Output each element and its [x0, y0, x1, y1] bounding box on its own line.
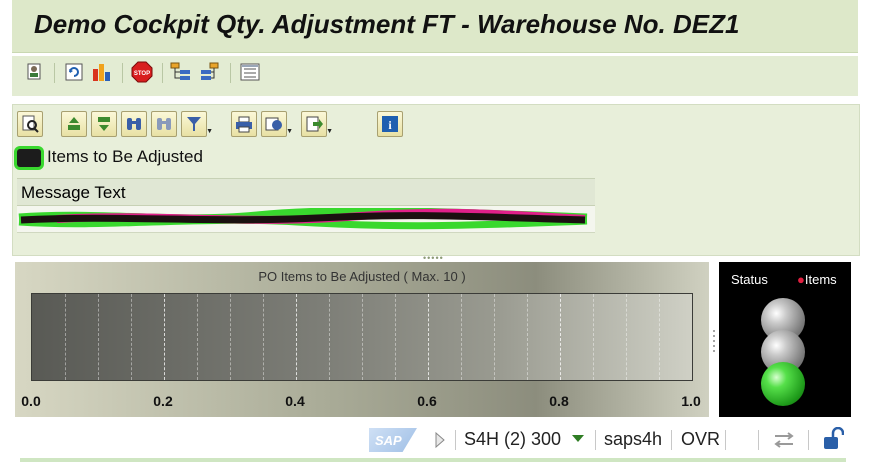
filter-icon[interactable]: ▼ — [181, 111, 213, 137]
items-to-adjust-row: Items to Be Adjusted — [17, 145, 203, 169]
bottom-accent-line — [20, 458, 846, 462]
gauge-gridline — [527, 294, 528, 380]
toolbar-separator — [122, 63, 123, 83]
status-label: Status — [731, 272, 768, 287]
system-info[interactable]: S4H (2) 300 — [464, 429, 561, 450]
gauge-gridline — [197, 294, 198, 380]
gauge-gridline — [65, 294, 66, 380]
result-panel: ▼ ▼ ▼ i Items to Be Adjusted Message Tex… — [12, 104, 860, 263]
gauge-gridline — [395, 294, 396, 380]
items-count-label-text: Items — [804, 272, 837, 287]
find-icon[interactable] — [121, 111, 147, 137]
status-bar: SAP S4H (2) 300 saps4h OVR — [0, 420, 875, 460]
gauge-gridline — [296, 294, 297, 380]
dropdown-arrow-icon: ▼ — [326, 128, 333, 135]
status-separator — [455, 430, 456, 450]
gauge-tick-label: 1.0 — [681, 393, 701, 409]
gauge-gridline — [560, 294, 561, 380]
table-row[interactable] — [17, 206, 595, 233]
find-next-icon[interactable] — [151, 111, 177, 137]
gauge-title: PO Items to Be Adjusted ( Max. 10 ) — [258, 269, 466, 284]
print-icon[interactable] — [231, 111, 257, 137]
items-label: Items to Be Adjusted — [47, 147, 203, 166]
dropdown-arrow-icon[interactable] — [572, 435, 584, 443]
gauge-gridline — [362, 294, 363, 380]
toolbar-separator — [54, 63, 55, 83]
status-separator — [671, 430, 672, 450]
column-header-message-text[interactable]: Message Text — [17, 178, 595, 206]
gauge-tick-label: 0.2 — [153, 393, 173, 409]
user-settings-icon[interactable] — [24, 61, 46, 83]
chart-icon[interactable] — [91, 61, 113, 83]
status-separator — [725, 430, 726, 450]
status-traffic-light: Status ●Items — [719, 262, 851, 417]
status-separator — [595, 430, 596, 450]
title-bar: Demo Cockpit Qty. Adjustment FT - Wareho… — [12, 0, 858, 53]
gauge-gridline — [263, 294, 264, 380]
status-light-green-on — [761, 362, 805, 406]
gauge-gridline — [461, 294, 462, 380]
gauge-gridline — [428, 294, 429, 380]
refresh-icon[interactable] — [63, 61, 85, 83]
dropdown-arrow-icon: ▼ — [206, 128, 213, 135]
status-separator — [758, 430, 759, 450]
lock-open-icon[interactable] — [822, 427, 844, 451]
gauge-tick-label: 0.6 — [417, 393, 437, 409]
gauge-gridline — [131, 294, 132, 380]
redacted-message-scribble — [18, 208, 588, 230]
gauge-gridline — [98, 294, 99, 380]
details-icon[interactable] — [17, 111, 43, 137]
play-icon[interactable] — [434, 431, 446, 449]
gauge-gridline — [593, 294, 594, 380]
page-title: Demo Cockpit Qty. Adjustment FT - Wareho… — [34, 9, 740, 39]
sort-ascending-icon[interactable] — [61, 111, 87, 137]
gauge-tick-label: 0.8 — [549, 393, 569, 409]
gauge-gridline — [626, 294, 627, 380]
application-toolbar: STOP — [12, 56, 858, 96]
svg-text:STOP: STOP — [134, 71, 150, 77]
toolbar-separator — [230, 63, 231, 83]
dropdown-arrow-icon: ▼ — [286, 128, 293, 135]
export-icon[interactable]: ▼ — [301, 111, 333, 137]
transfer-icon[interactable] — [772, 430, 796, 450]
sort-descending-icon[interactable] — [91, 111, 117, 137]
gauge-gridline — [494, 294, 495, 380]
info-icon[interactable]: i — [377, 111, 403, 137]
gauge-tick-label: 0.0 — [21, 393, 41, 409]
po-items-gauge: PO Items to Be Adjusted ( Max. 10 ) — [15, 262, 709, 417]
insert-mode[interactable]: OVR — [681, 429, 720, 450]
gauge-track — [31, 293, 693, 381]
tree-collapse-icon[interactable] — [199, 61, 221, 83]
toolbar-separator — [162, 63, 163, 83]
stop-icon[interactable]: STOP — [131, 61, 153, 83]
redacted-count-mark — [17, 148, 41, 167]
tree-expand-icon[interactable] — [170, 61, 192, 83]
views-icon[interactable]: ▼ — [261, 111, 293, 137]
gauge-gridline — [230, 294, 231, 380]
gauge-gridline — [329, 294, 330, 380]
status-separator — [808, 430, 809, 450]
gauge-gridline — [164, 294, 165, 380]
sap-logo: SAP — [369, 428, 417, 452]
items-count-label: ●Items — [797, 272, 837, 287]
server-name: saps4h — [604, 429, 663, 449]
gauge-tick-label: 0.4 — [285, 393, 305, 409]
list-icon[interactable] — [239, 61, 261, 83]
gauge-gridline — [659, 294, 660, 380]
resize-grip[interactable] — [712, 328, 716, 354]
